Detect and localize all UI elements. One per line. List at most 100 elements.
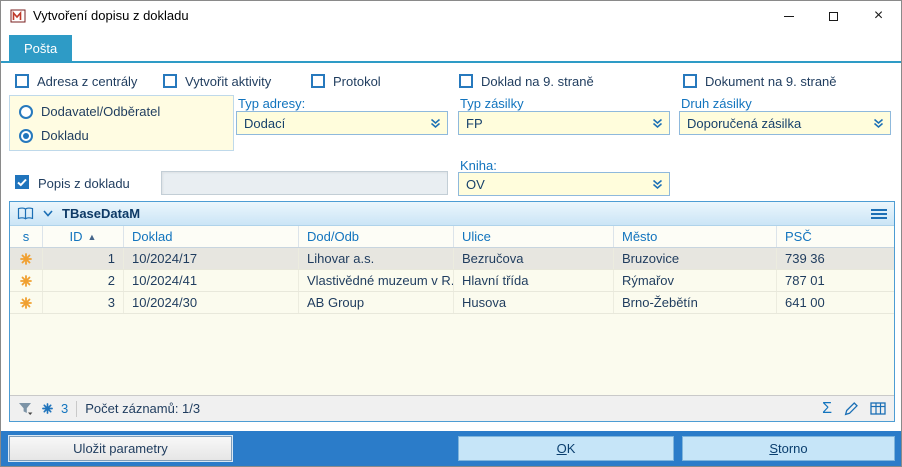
menu-icon [871,216,887,219]
column-header-mesto[interactable]: Město [614,226,777,247]
tab-underline [1,61,901,63]
cell-mesto: Brno-Žebětín [614,292,777,313]
cell-id: 1 [43,248,124,269]
app-icon [10,8,26,24]
storno-label-rest: torno [778,441,808,456]
ok-button[interactable]: OK [458,436,674,461]
popis-input[interactable] [161,171,448,195]
grid-settings-button[interactable] [870,402,886,415]
typ-adresy-select[interactable]: Dodací [236,111,448,135]
checkbox-label: Adresa z centrály [37,73,138,89]
druh-zasilky-label: Druh zásilky [681,96,752,111]
bottom-button-bar: Uložit parametry OK Storno [1,431,901,466]
pencil-icon [844,401,858,415]
tab-bar: Pošta [1,34,901,63]
typ-zasilky-value: FP [466,115,483,131]
cell-id: 2 [43,270,124,291]
radio-label: Dokladu [41,128,89,143]
typ-adresy-value: Dodací [244,115,286,131]
table-row[interactable]: 3 10/2024/30 AB Group Husova Brno-Žebětí… [10,292,894,314]
checkbox-unchecked-icon [15,74,29,88]
grid-collapse-button[interactable] [43,210,53,217]
maximize-icon [829,11,838,21]
minimize-icon [783,15,794,17]
table-row[interactable]: 1 10/2024/17 Lihovar a.s. Bezručova Bruz… [10,248,894,270]
cell-dod-odb: Vlastivědné muzeum v R... [299,270,454,291]
typ-zasilky-select[interactable]: FP [458,111,670,135]
close-icon: × [873,7,884,24]
kniha-select[interactable]: OV [458,172,670,196]
checkbox-unchecked-icon [683,74,697,88]
ok-accelerator: O [556,441,567,456]
checkbox-label: Dokument na 9. straně [705,73,837,89]
checkbox-checked-icon [15,175,29,189]
cell-ulice: Hlavní třída [454,270,614,291]
dropdown-arrow-icon [428,118,442,129]
radio-unselected-icon [19,104,33,119]
new-records-count: 3 [61,401,69,416]
checkbox-protokol[interactable]: Protokol [311,73,381,89]
sort-ascending-icon: ▲ [87,231,97,242]
filter-icon [19,402,33,415]
cell-ulice: Husova [454,292,614,313]
storno-button[interactable]: Storno [682,436,895,461]
row-status-cell [10,248,43,269]
kniha-value: OV [466,176,485,192]
column-header-doklad[interactable]: Doklad [124,226,299,247]
cell-mesto: Bruzovice [614,248,777,269]
checkbox-unchecked-icon [311,74,325,88]
radio-dodavatel-odberatel[interactable]: Dodavatel/Odběratel [19,104,160,119]
druh-zasilky-select[interactable]: Doporučená zásilka [679,111,891,135]
menu-icon [871,212,887,215]
dialog-window: Vytvoření dopisu z dokladu × Pošta Adres… [0,0,902,467]
column-header-dod-odb[interactable]: Dod/Odb [299,226,454,247]
checkbox-popis-z-dokladu[interactable] [15,174,29,190]
close-button[interactable]: × [856,1,901,31]
column-header-s[interactable]: s [10,226,43,247]
address-source-group: Dodavatel/Odběratel Dokladu [9,95,234,151]
filter-button[interactable] [18,402,34,416]
cell-ulice: Bezručova [454,248,614,269]
cell-dod-odb: AB Group [299,292,454,313]
storno-accelerator: S [769,441,779,456]
radio-dokladu[interactable]: Dokladu [19,128,89,143]
column-header-label: ID [69,229,83,244]
checkbox-label: Protokol [333,73,381,89]
checkbox-unchecked-icon [459,74,473,88]
table-icon [870,402,886,415]
row-status-cell [10,292,43,313]
radio-selected-icon [19,128,33,143]
checkbox-label: Doklad na 9. straně [481,73,594,89]
book-icon [17,207,34,220]
edit-button[interactable] [844,401,858,416]
cell-psc: 739 36 [785,251,825,266]
grid-menu-button[interactable] [871,208,887,219]
new-records-icon [42,403,53,414]
column-header-id[interactable]: ID ▲ [43,226,124,247]
save-parameters-button[interactable]: Uložit parametry [9,436,232,461]
table-row[interactable]: 2 10/2024/41 Vlastivědné muzeum v R... H… [10,270,894,292]
sum-button[interactable]: Σ [822,400,832,417]
checkbox-dokument-na-9-strane[interactable]: Dokument na 9. straně [683,73,837,89]
checkbox-label: Vytvořit aktivity [185,73,272,89]
minimize-button[interactable] [766,1,811,31]
typ-adresy-label: Typ adresy: [238,96,306,111]
checkbox-doklad-na-9-strane[interactable]: Doklad na 9. straně [459,73,594,89]
typ-zasilky-label: Typ zásilky [460,96,524,111]
record-asterisk-icon [20,296,32,309]
cell-doklad: 10/2024/41 [124,270,299,291]
cell-psc: 787 01 [785,273,825,288]
records-count-label: Počet záznamů: 1/3 [85,401,201,416]
column-header-ulice[interactable]: Ulice [454,226,614,247]
checkbox-vytvorit-aktivity[interactable]: Vytvořit aktivity [163,73,271,89]
record-asterisk-icon [20,274,32,287]
checkbox-adresa-z-centraly[interactable]: Adresa z centrály [15,73,137,89]
records-grid: TBaseDataM s ID ▲ Doklad Dod/Odb Ulice M… [9,201,895,422]
cell-id: 3 [43,292,124,313]
tab-posta[interactable]: Pošta [9,35,73,61]
window-title: Vytvoření dopisu z dokladu [33,8,189,23]
title-bar: Vytvoření dopisu z dokladu × [1,1,901,31]
column-header-psc[interactable]: PSČ [777,226,894,247]
grid-header-row: s ID ▲ Doklad Dod/Odb Ulice Město PSČ [10,226,894,248]
maximize-button[interactable] [811,1,856,31]
